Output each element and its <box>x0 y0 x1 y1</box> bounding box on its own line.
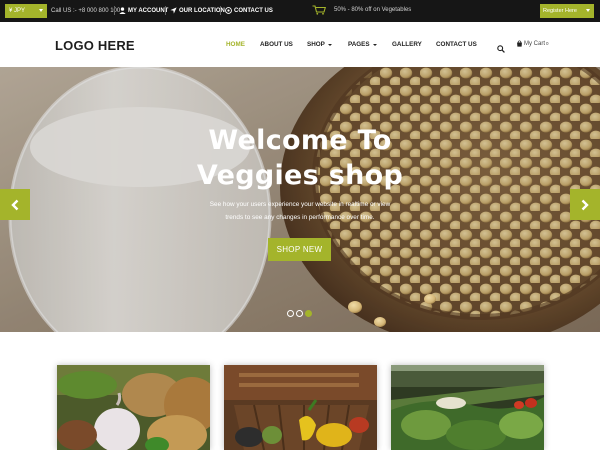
slider-dot-1[interactable] <box>287 310 294 317</box>
divider <box>114 6 115 15</box>
slider-dots <box>287 310 312 317</box>
category-card-vegetables[interactable] <box>57 365 210 450</box>
slider-dot-2[interactable] <box>296 310 303 317</box>
chevron-left-icon <box>11 199 19 210</box>
hero-title: Welcome To Veggies shop <box>0 123 600 193</box>
hero-title-line-1: Welcome To <box>208 125 392 156</box>
hero-slider: Welcome To Veggies shop See how your use… <box>0 67 600 332</box>
market-basket-image <box>224 365 377 450</box>
my-cart-link[interactable]: My Cart 0 <box>516 40 549 47</box>
my-cart-label: My Cart <box>524 40 545 47</box>
chevron-down-icon <box>586 9 590 12</box>
slider-dot-3[interactable] <box>305 310 312 317</box>
hero-subtitle: See how your users experience your websi… <box>200 199 400 224</box>
search-button[interactable] <box>497 40 505 58</box>
nav-contact-us[interactable]: CONTACT US <box>436 41 477 48</box>
register-label: Register Here <box>543 8 577 14</box>
our-location-label: OUR LOCATION <box>179 7 225 14</box>
slider-prev-button[interactable] <box>0 189 30 220</box>
currency-value: ¥ JPY <box>9 8 26 14</box>
nav-home[interactable]: HOME <box>226 41 245 48</box>
nav-contact-us-label: CONTACT US <box>436 41 477 48</box>
user-icon <box>119 7 126 14</box>
hero-subtitle-line-2: trends to see any changes in performance… <box>225 213 375 221</box>
site-header: LOGO HERE HOME ABOUT US SHOP PAGES GALLE… <box>0 22 600 67</box>
our-location-link[interactable]: OUR LOCATION <box>170 7 225 14</box>
chevron-down-icon <box>39 9 43 12</box>
divider <box>220 6 221 15</box>
hero-subtitle-line-1: See how your users experience your websi… <box>209 201 391 208</box>
nav-shop[interactable]: SHOP <box>307 41 332 48</box>
currency-select[interactable]: ¥ JPY <box>5 4 47 18</box>
search-icon <box>497 45 505 53</box>
chevron-right-icon <box>581 199 589 210</box>
chevron-down-icon <box>327 43 332 46</box>
call-us-text: Call US :- +8 000 800 100 <box>51 8 121 14</box>
nav-about-us-label: ABOUT US <box>260 41 293 48</box>
shopping-bag-icon <box>517 40 522 47</box>
register-select[interactable]: Register Here <box>540 4 594 18</box>
chevron-down-icon <box>372 43 377 46</box>
nav-gallery[interactable]: GALLERY <box>392 41 422 48</box>
contact-icon <box>225 7 232 14</box>
vegetables-image <box>57 365 210 450</box>
nav-pages-label: PAGES <box>348 41 370 48</box>
nav-pages[interactable]: PAGES <box>348 41 377 48</box>
promo-text: 50% - 80% off on Vegetables <box>334 7 412 13</box>
divider <box>165 6 166 15</box>
category-card-produce-aisle[interactable] <box>391 365 544 450</box>
hero-title-line-2: Veggies shop <box>196 160 404 191</box>
my-account-link[interactable]: MY ACCOUNT <box>119 7 168 14</box>
contact-us-label: CONTACT US <box>234 7 273 14</box>
my-account-label: MY ACCOUNT <box>128 7 169 14</box>
produce-aisle-image <box>391 365 544 450</box>
top-bar: ¥ JPY Call US :- +8 000 800 100 MY ACCOU… <box>0 0 600 22</box>
cart-count: 0 <box>546 41 549 46</box>
nav-gallery-label: GALLERY <box>392 41 422 48</box>
nav-about-us[interactable]: ABOUT US <box>260 41 293 48</box>
location-arrow-icon <box>170 7 177 14</box>
contact-us-link[interactable]: CONTACT US <box>225 7 273 14</box>
nav-shop-label: SHOP <box>307 41 325 48</box>
shop-now-button[interactable]: SHOP NEW <box>268 238 331 261</box>
nav-home-label: HOME <box>226 41 245 48</box>
site-logo[interactable]: LOGO HERE <box>55 38 135 53</box>
shopping-cart-icon <box>312 5 326 15</box>
category-card-market-basket[interactable] <box>224 365 377 450</box>
slider-next-button[interactable] <box>570 189 600 220</box>
promo-banner: 50% - 80% off on Vegetables <box>312 5 411 15</box>
